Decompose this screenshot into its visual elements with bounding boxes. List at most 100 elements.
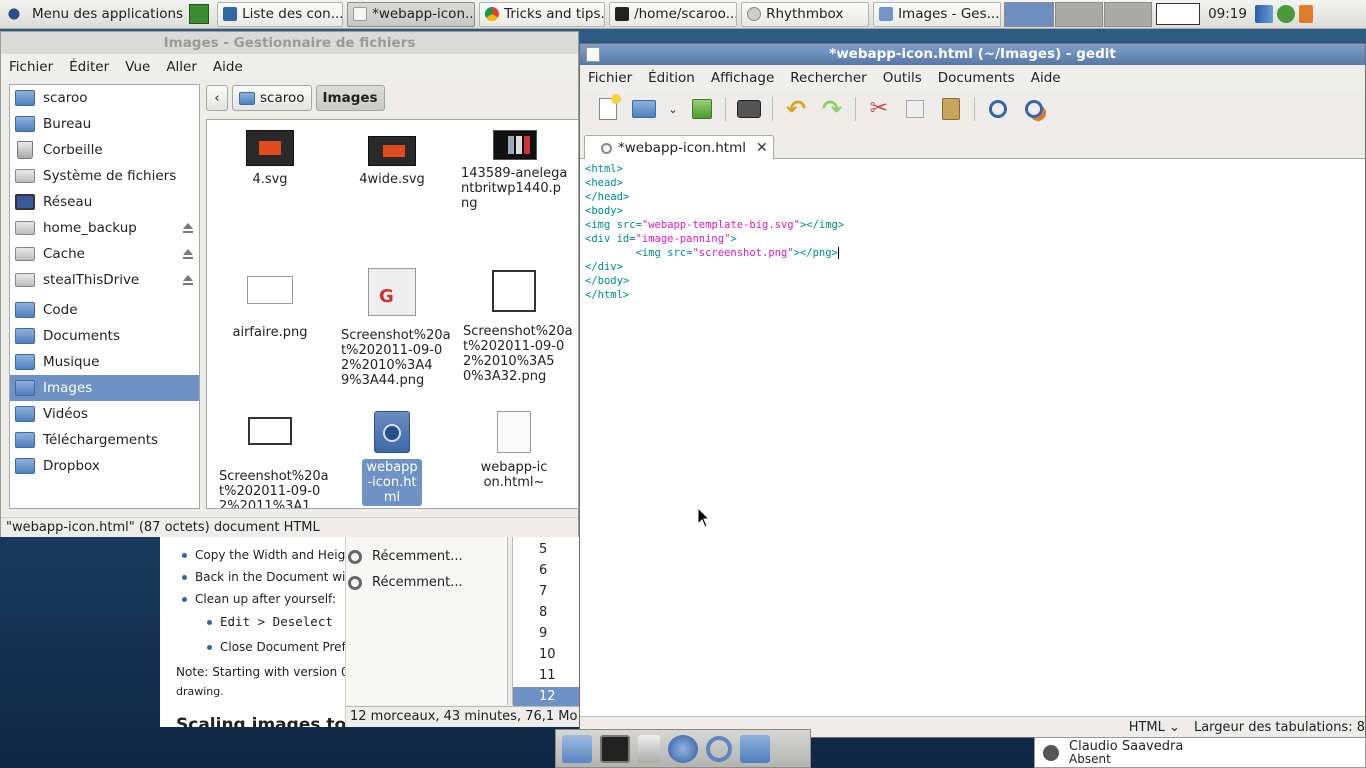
source-recent[interactable]: Récemment... <box>348 549 463 564</box>
search-icon[interactable] <box>706 735 732 762</box>
menu-rechercher[interactable]: Rechercher <box>782 70 874 86</box>
path-button-scaroo[interactable]: scaroo <box>232 85 312 111</box>
source-recent[interactable]: Récemment... <box>348 575 463 590</box>
close-icon[interactable]: ✕ <box>756 140 768 156</box>
sidebar-item-telechargements[interactable]: Téléchargements <box>10 427 199 453</box>
file-cabinet-icon[interactable] <box>638 734 660 763</box>
sidebar-item-documents[interactable]: Documents <box>10 323 199 349</box>
track-row[interactable]: 11 <box>513 666 579 686</box>
sidebar-item-bureau[interactable]: Bureau <box>10 111 199 137</box>
track-row[interactable]: 7 <box>513 582 579 602</box>
task-rhythmbox[interactable]: Rhythmbox <box>741 1 870 27</box>
task-chrome[interactable]: Tricks and tips... <box>479 1 606 27</box>
track-row[interactable]: 8 <box>513 603 579 623</box>
workspace-1[interactable] <box>1004 1 1055 27</box>
task-gedit[interactable]: *webapp-icon... <box>347 1 476 27</box>
sidebar-item-images[interactable]: Images <box>10 375 199 401</box>
cut-button[interactable]: ✂ <box>861 94 897 124</box>
folder-icon[interactable] <box>740 734 770 763</box>
sidebar-item-musique[interactable]: Musique <box>10 349 199 375</box>
redo-button[interactable]: ↷ <box>814 94 850 124</box>
gedit-title-bar[interactable]: *webapp-icon.html (~/Images) - gedit <box>580 44 1365 65</box>
path-back-button[interactable]: ‹ <box>206 85 228 111</box>
menu-aide[interactable]: Aide <box>1023 70 1069 86</box>
battery-icon[interactable] <box>1298 5 1313 23</box>
copy-icon <box>906 100 924 118</box>
file-item[interactable]: Screenshot%20at%202011-09-02%2010%3A50%3… <box>453 270 575 385</box>
path-button-images[interactable]: Images <box>315 85 385 111</box>
file-item[interactable]: 4wide.svg <box>331 130 453 188</box>
file-item[interactable]: webapp-icon.html~ <box>453 411 575 491</box>
home-icon <box>15 90 35 106</box>
paste-button[interactable] <box>933 94 969 124</box>
task-file-manager[interactable]: Images - Ges... <box>873 1 1002 27</box>
code-line: </html> <box>585 289 630 301</box>
print-button[interactable] <box>731 94 767 124</box>
track-row[interactable]: 9 <box>513 624 579 644</box>
eject-icon[interactable] <box>183 275 193 285</box>
sidebar-item-reseau[interactable]: Réseau <box>10 189 199 215</box>
signal-icon[interactable] <box>1254 5 1273 23</box>
copy-button[interactable] <box>897 94 933 124</box>
new-document-button[interactable] <box>590 94 626 124</box>
menu-editer[interactable]: Éditer <box>61 59 117 75</box>
task-mail[interactable]: Liste des con... <box>217 1 344 27</box>
sidebar-item-scaroo[interactable]: scaroo <box>10 85 199 111</box>
eject-icon[interactable] <box>183 223 193 233</box>
track-row[interactable]: 10 <box>513 645 579 665</box>
menu-fichier[interactable]: Fichier <box>580 70 640 86</box>
track-row[interactable]: 5 <box>513 540 579 560</box>
find-replace-button[interactable] <box>1016 94 1052 124</box>
file-item[interactable]: 4.svg <box>209 130 331 188</box>
file-item-selected[interactable]: webapp-icon.html <box>331 411 453 506</box>
web-browser-icon[interactable] <box>668 734 698 763</box>
workspace-3[interactable] <box>1104 1 1153 27</box>
menu-affichage[interactable]: Affichage <box>703 70 782 86</box>
menu-aide[interactable]: Aide <box>205 59 251 75</box>
file-item[interactable]: airfaire.png <box>209 276 331 341</box>
sidebar-item-code[interactable]: Code <box>10 297 199 323</box>
code-editor[interactable]: <html> <head> </head> <body> <img src="w… <box>580 159 1365 716</box>
sidebar-item-cache[interactable]: Cache <box>10 241 199 267</box>
save-button[interactable] <box>684 94 720 124</box>
scissors-icon: ✂ <box>869 96 889 121</box>
eject-icon[interactable] <box>183 249 193 259</box>
menu-edition[interactable]: Édition <box>640 70 703 86</box>
workspace-2[interactable] <box>1055 1 1104 27</box>
network-manager-icon[interactable] <box>1276 5 1295 23</box>
menu-vue[interactable]: Vue <box>117 59 158 75</box>
tab-webapp-icon[interactable]: *webapp-icon.html ✕ <box>584 135 774 160</box>
menu-outils[interactable]: Outils <box>875 70 930 86</box>
file-item[interactable]: 143589-anelegantbritwp1440.png <box>453 130 571 212</box>
language-selector[interactable]: HTML ⌄ <box>1129 717 1180 737</box>
tab-width-selector[interactable]: Largeur des tabulations: 8 <box>1194 717 1365 737</box>
sidebar-item-dropbox[interactable]: Dropbox <box>10 453 199 479</box>
contact-notification[interactable]: Claudio Saavedra Absent <box>1034 737 1366 768</box>
sidebar-item-filesystem[interactable]: Système de fichiers <box>10 163 199 189</box>
applications-menu[interactable]: Menu des applications <box>0 0 189 29</box>
task-terminal[interactable]: /home/scaroo... <box>609 1 738 27</box>
sidebar-item-videos[interactable]: Vidéos <box>10 401 199 427</box>
menu-aller[interactable]: Aller <box>158 59 205 75</box>
file-item[interactable]: Screenshot%20at%202011-09-02%2011%3A17%3… <box>209 417 331 508</box>
undo-button[interactable]: ↶ <box>778 94 814 124</box>
menu-fichier[interactable]: Fichier <box>1 59 61 75</box>
run-icon[interactable] <box>189 4 210 24</box>
eject-tray-icon[interactable] <box>1156 3 1201 25</box>
sidebar-item-corbeille[interactable]: Corbeille <box>10 137 199 163</box>
file-manager-title[interactable]: Images - Gestionnaire de fichiers <box>1 32 578 54</box>
file-item[interactable]: G Screenshot%20at%202011-09-02%2010%3A49… <box>331 268 453 389</box>
sidebar-item-stealthisdrive[interactable]: stealThisDrive <box>10 267 199 293</box>
clock[interactable]: 09:19 <box>1204 6 1251 22</box>
open-button[interactable] <box>626 94 662 124</box>
track-row[interactable]: 6 <box>513 561 579 581</box>
home-folder-icon[interactable] <box>562 734 592 763</box>
system-tray: 09:19 <box>1156 3 1313 25</box>
menu-documents[interactable]: Documents <box>930 70 1023 86</box>
places-sidebar: scaroo Bureau Corbeille Système de fichi… <box>9 84 200 509</box>
sidebar-item-home-backup[interactable]: home_backup <box>10 215 199 241</box>
open-recent-dropdown[interactable]: ⌄ <box>662 94 684 124</box>
terminal-icon[interactable] <box>600 734 630 763</box>
track-row-selected[interactable]: 12 <box>513 687 579 707</box>
find-button[interactable] <box>980 94 1016 124</box>
